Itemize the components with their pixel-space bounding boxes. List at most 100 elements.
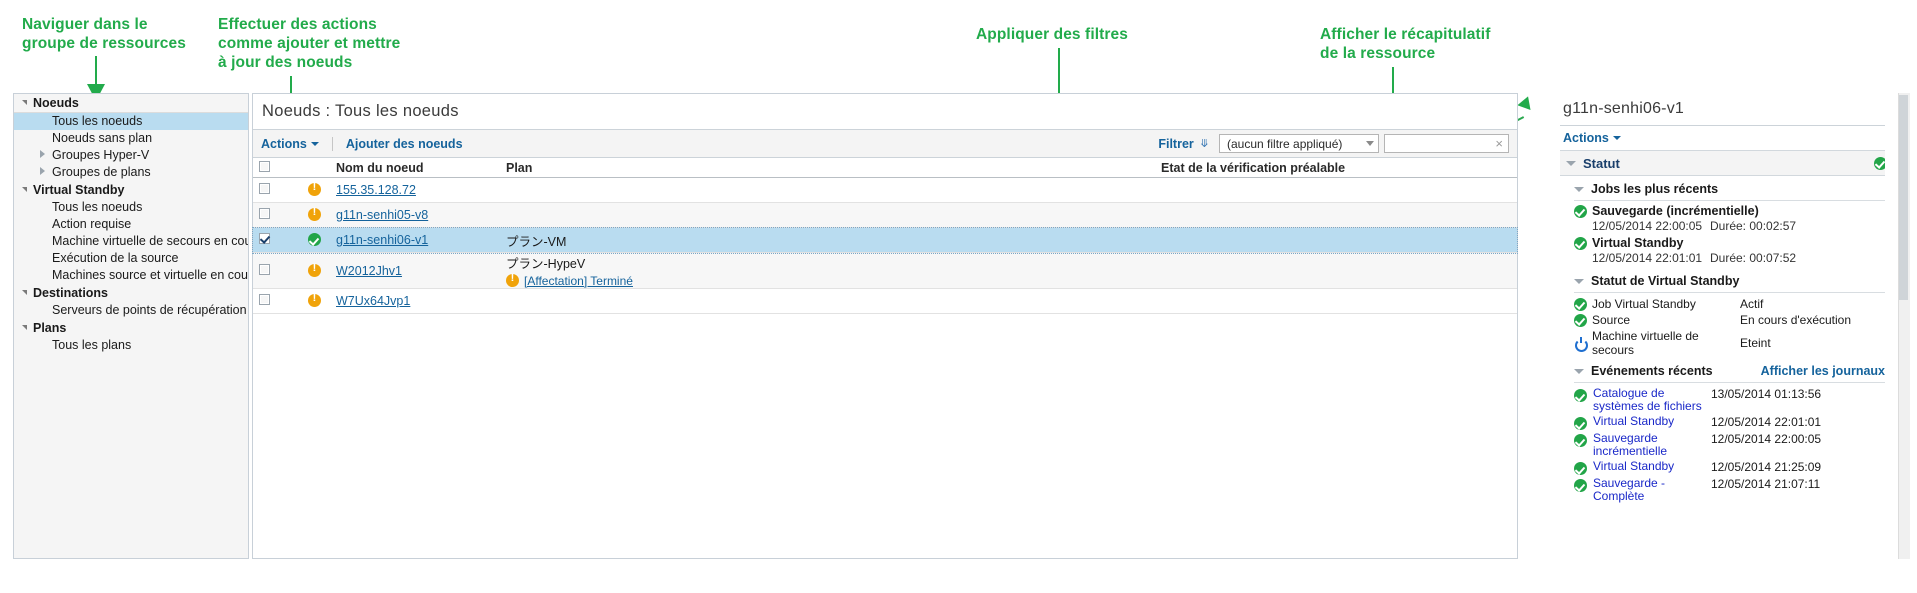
row-name-cell: W2012Jhv1 bbox=[336, 252, 506, 289]
collapse-triangle-icon bbox=[1574, 186, 1584, 192]
filter-select[interactable]: (aucun filtre appliqué) bbox=[1219, 134, 1379, 153]
event-name[interactable]: Catalogue de systèmes de fichiers bbox=[1593, 387, 1711, 413]
warning-icon bbox=[308, 262, 321, 277]
vsb-status-value: En cours d'exécution bbox=[1740, 313, 1852, 327]
sidebar-item-groupes-hyper-v[interactable]: Groupes Hyper-V bbox=[14, 147, 248, 164]
table-row[interactable]: W2012Jhv1 プラン-HypeV [Affectation] Termin… bbox=[253, 252, 1517, 289]
vsb-status-value: Actif bbox=[1740, 297, 1764, 311]
row-checkbox[interactable] bbox=[259, 233, 270, 244]
node-link[interactable]: g11n-senhi05-v8 bbox=[336, 208, 428, 222]
row-checkbox[interactable] bbox=[259, 183, 270, 194]
job-date: 12/05/2014 22:01:01 bbox=[1592, 251, 1703, 265]
annotation-filters: Appliquer des filtres bbox=[976, 26, 1128, 43]
success-icon bbox=[1574, 434, 1587, 447]
node-link[interactable]: W7Ux64Jvp1 bbox=[336, 294, 410, 308]
row-name-cell: g11n-senhi06-v1 bbox=[336, 227, 506, 253]
vsb-status-item: Machine virtuelle de secours Eteint bbox=[1574, 328, 1895, 358]
actions-menu-button[interactable]: Actions bbox=[261, 137, 319, 151]
plan-assignment-link[interactable]: [Affectation] Terminé bbox=[524, 274, 633, 288]
divider bbox=[1574, 382, 1885, 383]
sidebar-group-plans[interactable]: Plans bbox=[14, 319, 248, 337]
event-name[interactable]: Virtual Standby bbox=[1593, 415, 1711, 428]
recent-jobs-subheader[interactable]: Jobs les plus récents bbox=[1574, 176, 1895, 198]
success-icon bbox=[1574, 479, 1587, 492]
row-checkbox-cell bbox=[253, 227, 280, 253]
table-row-selected[interactable]: g11n-senhi06-v1 プラン-VM bbox=[252, 226, 1518, 254]
sidebar-item-machine-virtuelle-secours[interactable]: Machine virtuelle de secours en cours d bbox=[14, 233, 248, 250]
recent-events-subheader[interactable]: Evénements récents Afficher les journaux bbox=[1574, 358, 1895, 380]
vsb-status-subheader[interactable]: Statut de Virtual Standby bbox=[1574, 268, 1895, 290]
event-name[interactable]: Virtual Standby bbox=[1593, 460, 1711, 473]
sidebar-item-label: Groupes Hyper-V bbox=[52, 148, 150, 162]
event-name[interactable]: Sauvegarde - Complète bbox=[1593, 477, 1711, 503]
double-chevron-down-icon[interactable]: ⤋ bbox=[1200, 138, 1209, 149]
header-plan[interactable]: Plan bbox=[506, 158, 1161, 178]
sidebar-item-label: Tous les noeuds bbox=[52, 200, 143, 214]
plan-text: プラン-HypeV bbox=[506, 257, 586, 271]
add-nodes-button[interactable]: Ajouter des noeuds bbox=[346, 137, 463, 151]
node-link[interactable]: g11n-senhi06-v1 bbox=[336, 233, 428, 247]
event-name[interactable]: Sauvegarde incrémentielle bbox=[1593, 432, 1711, 458]
sidebar-item-machines-source-et-virtuelle[interactable]: Machines source et virtuelle en cours d bbox=[14, 267, 248, 284]
row-plan-cell bbox=[506, 177, 1161, 203]
row-checkbox[interactable] bbox=[259, 263, 270, 275]
nodes-panel: Noeuds : Tous les noeuds Actions Ajouter… bbox=[252, 93, 1518, 559]
sidebar-group-virtual-standby[interactable]: Virtual Standby bbox=[14, 181, 248, 199]
collapse-triangle-icon bbox=[22, 290, 27, 295]
recent-events-label: Evénements récents bbox=[1591, 364, 1713, 378]
row-status-cell bbox=[308, 288, 336, 314]
header-node-name[interactable]: Nom du noeud bbox=[336, 158, 506, 178]
table-row[interactable]: 155.35.128.72 bbox=[253, 177, 1517, 203]
sidebar-item-serveurs-points-recuperation[interactable]: Serveurs de points de récupération bbox=[14, 302, 248, 319]
sidebar-item-tous-les-noeuds[interactable]: Tous les noeuds bbox=[14, 113, 248, 130]
table-row[interactable]: W7Ux64Jvp1 bbox=[253, 288, 1517, 314]
sidebar-group-destinations[interactable]: Destinations bbox=[14, 284, 248, 302]
sidebar-item-groupes-de-plans[interactable]: Groupes de plans bbox=[14, 164, 248, 181]
node-link[interactable]: W2012Jhv1 bbox=[336, 264, 402, 278]
job-duration: Durée: 00:02:57 bbox=[1710, 219, 1797, 233]
row-checkbox[interactable] bbox=[259, 294, 270, 305]
node-link[interactable]: 155.35.128.72 bbox=[336, 183, 416, 197]
filter-search-input[interactable]: × bbox=[1384, 134, 1509, 153]
sidebar-group-label: Plans bbox=[33, 321, 67, 335]
annotation-details-arrowhead bbox=[1517, 93, 1535, 111]
nodes-toolbar: Actions Ajouter des noeuds Filtrer ⤋ (au… bbox=[253, 130, 1517, 158]
row-plan-cell: プラン-HypeV [Affectation] Terminé bbox=[506, 252, 1161, 289]
row-status-cell bbox=[308, 227, 336, 253]
view-logs-link[interactable]: Afficher les journaux bbox=[1761, 364, 1885, 378]
row-precheck-cell bbox=[1161, 177, 1517, 203]
warning-icon bbox=[308, 206, 321, 221]
collapse-triangle-icon bbox=[22, 325, 27, 330]
success-icon bbox=[1574, 417, 1587, 430]
job-date: 12/05/2014 22:00:05 bbox=[1592, 219, 1703, 233]
vertical-scrollbar-thumb[interactable] bbox=[1899, 95, 1908, 300]
filter-label[interactable]: Filtrer bbox=[1158, 137, 1193, 151]
power-icon bbox=[1574, 336, 1588, 352]
row-status-cell bbox=[308, 202, 336, 228]
status-section-header[interactable]: Statut bbox=[1560, 150, 1895, 176]
sidebar-item-label: Action requise bbox=[52, 217, 132, 231]
sidebar-item-action-requise[interactable]: Action requise bbox=[14, 216, 248, 233]
sidebar-item-execution-de-la-source[interactable]: Exécution de la source bbox=[14, 250, 248, 267]
sidebar-item-tous-les-plans[interactable]: Tous les plans bbox=[14, 337, 248, 354]
chevron-right-icon bbox=[40, 150, 45, 158]
chevron-down-icon bbox=[1612, 136, 1621, 140]
recent-job-item: Virtual Standby bbox=[1574, 236, 1895, 250]
header-precheck-state[interactable]: Etat de la vérification préalable bbox=[1161, 158, 1517, 178]
job-duration: Durée: 00:07:52 bbox=[1710, 251, 1797, 265]
sidebar-group-noeuds[interactable]: Noeuds bbox=[14, 94, 248, 113]
row-checkbox[interactable] bbox=[259, 208, 270, 219]
recent-event-item: Virtual Standby 12/05/2014 21:25:09 bbox=[1574, 459, 1895, 476]
table-row[interactable]: g11n-senhi05-v8 bbox=[253, 202, 1517, 228]
vsb-status-item: Source En cours d'exécution bbox=[1574, 312, 1895, 328]
row-gap-cell bbox=[280, 288, 308, 314]
select-all-checkbox[interactable] bbox=[259, 160, 270, 172]
clear-icon[interactable]: × bbox=[1495, 137, 1503, 150]
sidebar-item-vsb-tous-les-noeuds[interactable]: Tous les noeuds bbox=[14, 199, 248, 216]
sidebar-item-noeuds-sans-plan[interactable]: Noeuds sans plan bbox=[14, 130, 248, 147]
event-date: 12/05/2014 21:25:09 bbox=[1711, 460, 1822, 474]
sidebar-group-label: Destinations bbox=[33, 286, 109, 300]
row-plan-cell bbox=[506, 202, 1161, 228]
vsb-status-item: Job Virtual Standby Actif bbox=[1574, 296, 1895, 312]
resource-actions-menu[interactable]: Actions bbox=[1560, 126, 1895, 150]
